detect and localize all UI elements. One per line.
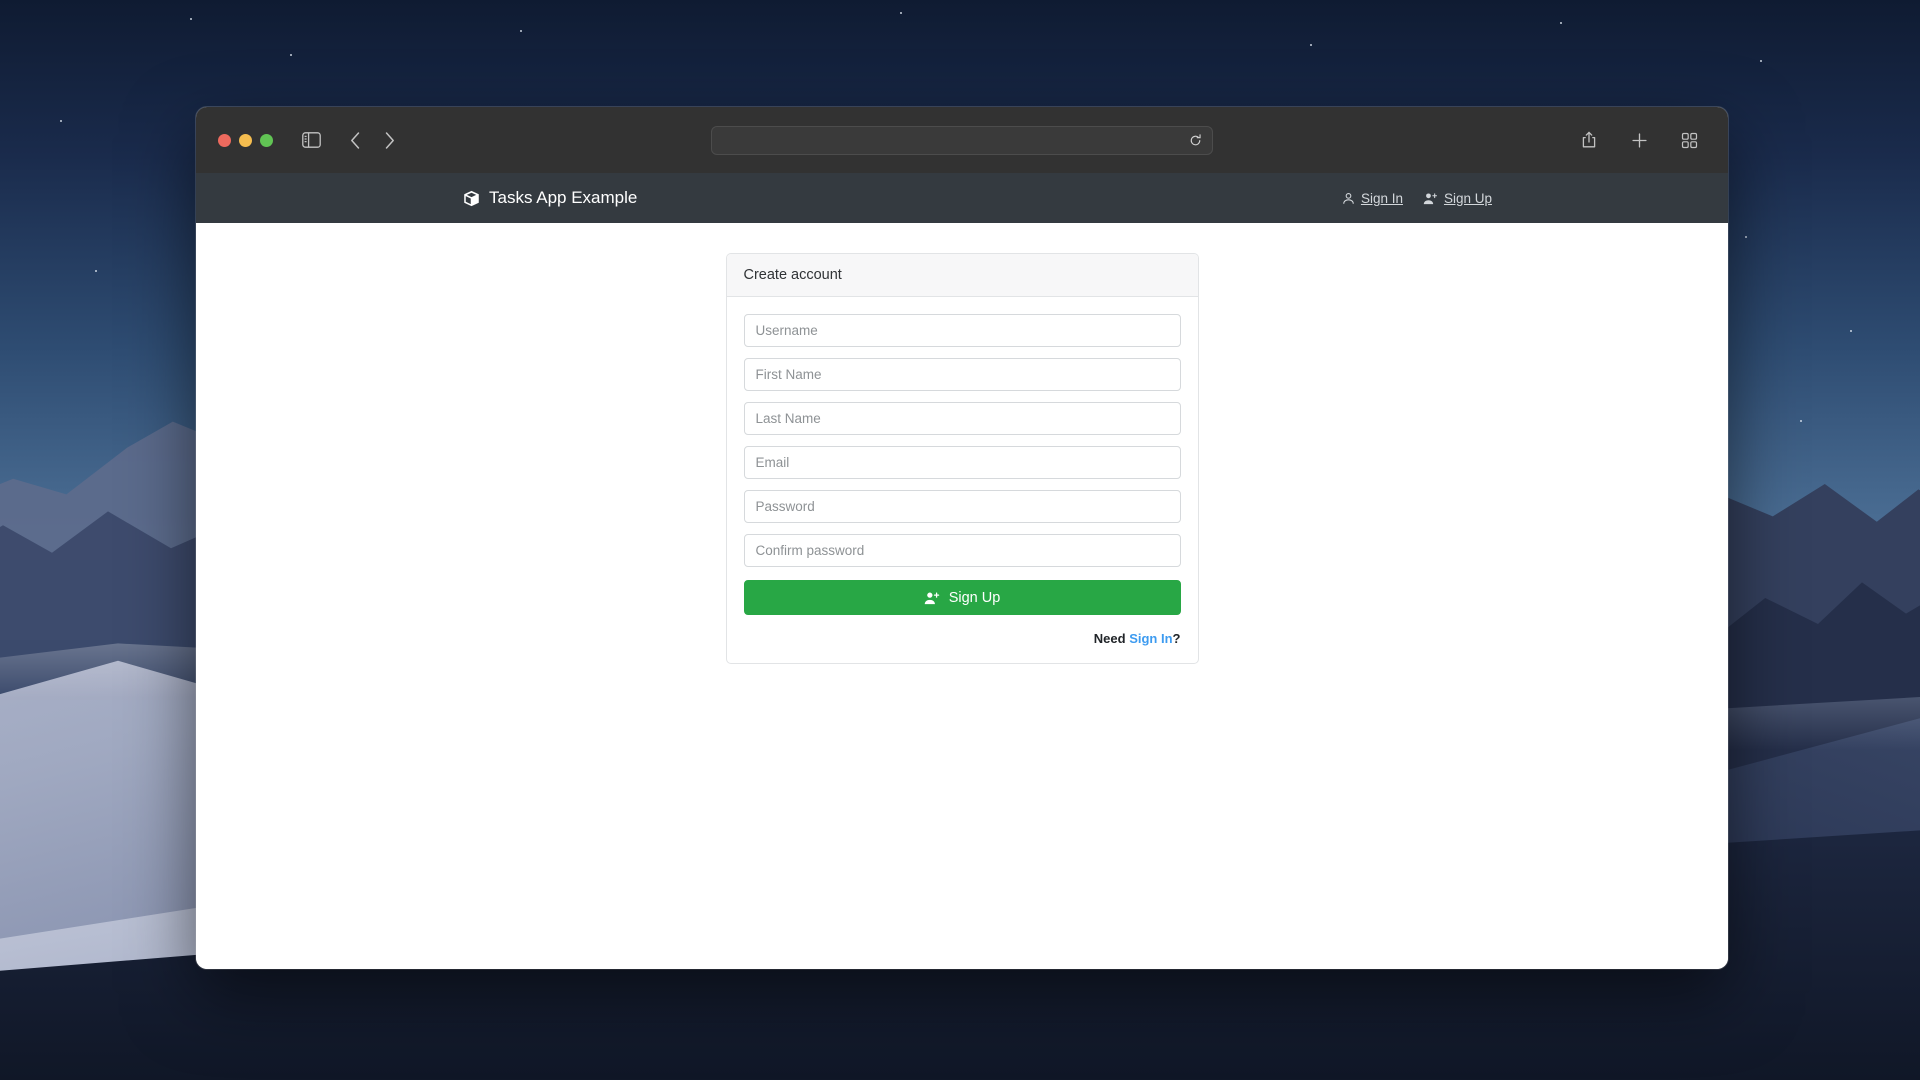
star xyxy=(1310,44,1312,46)
address-input[interactable] xyxy=(722,133,1189,147)
address-bar-container xyxy=(711,125,1213,155)
username-input[interactable] xyxy=(743,314,1181,347)
star xyxy=(60,120,62,122)
signin-footnote: Need Sign In? xyxy=(744,631,1181,646)
star xyxy=(900,12,902,14)
sign-up-submit-label: Sign Up xyxy=(948,589,1001,606)
sign-up-submit-button[interactable]: Sign Up xyxy=(743,580,1181,615)
signin-footnote-link[interactable]: Sign In xyxy=(1129,631,1172,646)
navigation-arrows xyxy=(338,123,406,157)
star xyxy=(520,30,522,32)
navbar-links: Sign In Sign Up xyxy=(1342,191,1492,206)
browser-toolbar-actions xyxy=(1572,123,1706,157)
reload-icon[interactable] xyxy=(1189,133,1202,147)
nav-link-sign-up[interactable]: Sign Up xyxy=(1423,191,1492,206)
window-traffic-lights xyxy=(218,133,273,147)
signup-card: Create account Username First Name Last … xyxy=(725,253,1199,664)
page-content: Create account Username First Name Last … xyxy=(196,223,1728,969)
app-navbar: Tasks App Example Sign In Sign Up xyxy=(196,173,1728,223)
desktop-wallpaper: Tasks App Example Sign In Sign Up Create… xyxy=(0,0,1920,1080)
browser-window: Tasks App Example Sign In Sign Up Create… xyxy=(196,107,1728,969)
star xyxy=(1850,330,1852,332)
nav-link-sign-in[interactable]: Sign In xyxy=(1342,191,1403,206)
sidebar-icon[interactable] xyxy=(294,123,328,157)
signin-footnote-prefix: Need xyxy=(1093,631,1130,646)
confirm-password-input[interactable] xyxy=(743,534,1181,567)
last-name-input[interactable] xyxy=(743,402,1181,435)
star xyxy=(1745,236,1747,238)
chevron-left-icon[interactable] xyxy=(338,123,372,157)
plus-icon[interactable] xyxy=(1622,123,1656,157)
nav-link-sign-up-label: Sign Up xyxy=(1443,190,1492,206)
address-bar[interactable] xyxy=(711,125,1213,155)
first-name-input[interactable] xyxy=(743,358,1181,391)
signup-form: Sign Up Need Sign In? xyxy=(727,297,1198,663)
chevron-right-icon[interactable] xyxy=(372,123,406,157)
signup-card-header: Create account xyxy=(726,254,1198,297)
zoom-window-button[interactable] xyxy=(260,133,273,147)
person-icon xyxy=(1342,192,1355,205)
brand-link[interactable]: Tasks App Example xyxy=(463,188,637,208)
star xyxy=(290,54,292,56)
email-input[interactable] xyxy=(743,446,1181,479)
signin-footnote-suffix: ? xyxy=(1172,631,1181,646)
brand-label: Tasks App Example xyxy=(489,188,638,207)
tab-grid-icon[interactable] xyxy=(1672,123,1706,157)
box-icon xyxy=(463,190,480,207)
star xyxy=(95,270,97,272)
star xyxy=(190,18,192,20)
star xyxy=(1800,420,1802,422)
browser-toolbar xyxy=(196,107,1728,173)
person-plus-icon xyxy=(1423,192,1438,205)
minimize-window-button[interactable] xyxy=(239,133,252,147)
star xyxy=(1560,22,1562,24)
nav-link-sign-in-label: Sign In xyxy=(1360,190,1403,206)
star xyxy=(1760,60,1762,62)
close-window-button[interactable] xyxy=(218,133,231,147)
password-input[interactable] xyxy=(743,490,1181,523)
share-icon[interactable] xyxy=(1572,123,1606,157)
person-plus-icon xyxy=(924,591,940,605)
